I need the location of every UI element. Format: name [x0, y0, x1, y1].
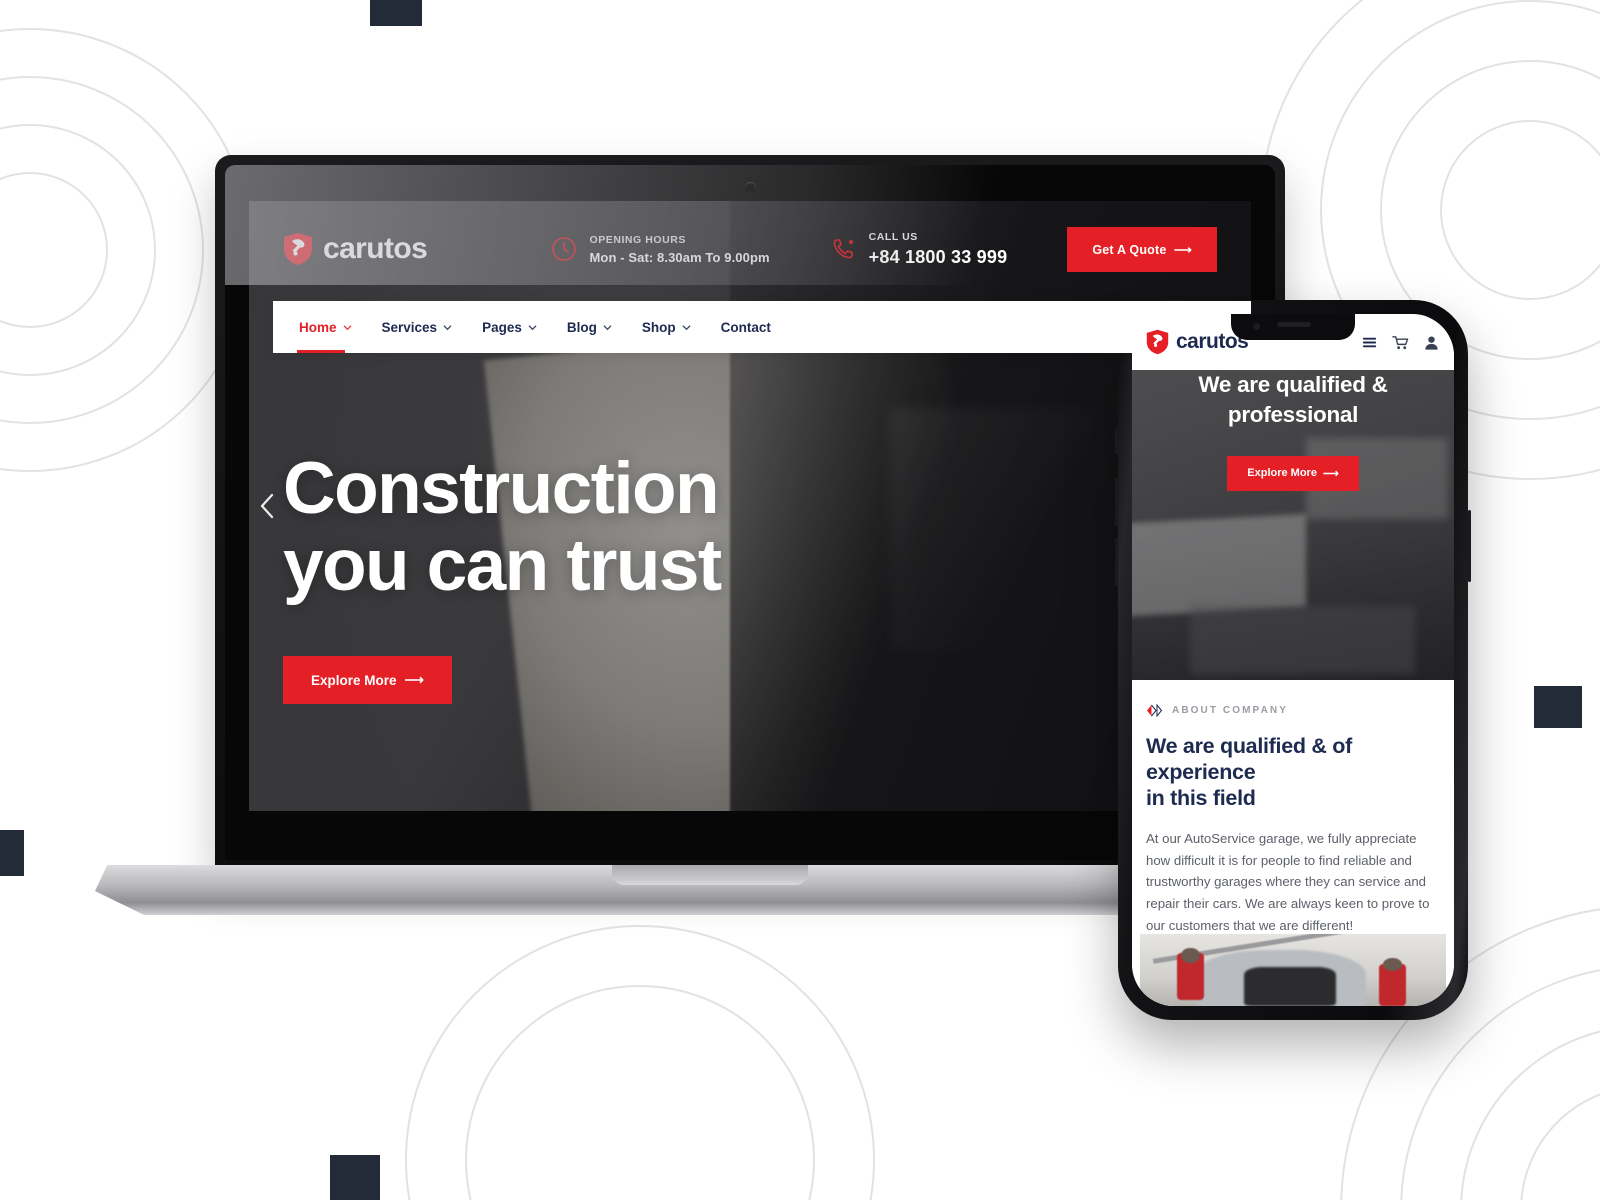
hero-title-line2: you can trust	[283, 524, 722, 606]
nav-item-shop[interactable]: Shop	[640, 301, 693, 353]
arrow-right-icon: ⟶	[1322, 467, 1339, 480]
phone-notch	[1231, 314, 1355, 340]
desktop-topbar: carutos OPENING HOURS Mon - Sat: 8.30am …	[249, 201, 1251, 297]
nav-label-contact: Contact	[720, 319, 771, 335]
hero-title: Construction you can trust	[283, 448, 722, 606]
shopping-cart-icon[interactable]	[1392, 334, 1409, 351]
about-title-line2: experience	[1146, 760, 1256, 785]
decorative-square-top	[370, 0, 422, 26]
phone-power-button[interactable]	[1468, 510, 1471, 582]
chevron-down-icon	[682, 324, 690, 330]
site-logo[interactable]: carutos	[283, 232, 428, 266]
call-us-value: +84 1800 33 999	[868, 246, 1008, 267]
mobile-website-viewport: carutos We are qualified & professional …	[1132, 314, 1454, 1006]
opening-hours-label: OPENING HOURS	[589, 233, 686, 246]
chevron-down-icon	[343, 324, 351, 330]
hero-title-line1: Construction	[283, 448, 720, 529]
opening-hours-info: OPENING HOURS Mon - Sat: 8.30am To 9.00p…	[551, 234, 770, 265]
nav-label-services: Services	[381, 319, 438, 335]
mobile-explore-more-label: Explore More	[1247, 467, 1317, 480]
nav-item-services[interactable]: Services	[380, 301, 455, 353]
desktop-hero-copy: Construction you can trust Explore More …	[283, 448, 722, 705]
mockup-canvas: carutos OPENING HOURS Mon - Sat: 8.30am …	[0, 0, 1600, 1200]
mobile-hero-title: We are qualified & professional	[1198, 372, 1388, 427]
site-logo-text: carutos	[323, 232, 428, 265]
about-eyebrow: ABOUT COMPANY	[1146, 704, 1440, 717]
phone-volume-down-button[interactable]	[1115, 538, 1118, 586]
call-us-label: CALL US	[868, 230, 918, 243]
chevron-down-icon	[443, 324, 452, 330]
phone-body: carutos We are qualified & professional …	[1115, 300, 1471, 1020]
mobile-about-title: We are qualified & of experience in this…	[1146, 733, 1440, 812]
nav-label-shop: Shop	[641, 319, 676, 335]
phone-silent-switch[interactable]	[1115, 428, 1118, 454]
about-title-line3: in this field	[1146, 786, 1256, 811]
mobile-explore-more-button[interactable]: Explore More ⟶	[1227, 455, 1359, 491]
shield-wrench-icon	[284, 233, 312, 265]
about-eyebrow-text: ABOUT COMPANY	[1172, 705, 1289, 716]
mobile-hero-copy: We are qualified & professional Explore …	[1132, 370, 1454, 491]
nav-label-home: Home	[299, 319, 337, 335]
clock-icon	[551, 237, 576, 261]
hamburger-menu-icon[interactable]	[1361, 334, 1378, 351]
decorative-square-left	[0, 830, 24, 876]
nav-item-pages[interactable]: Pages	[480, 301, 539, 353]
get-a-quote-button[interactable]: Get A Quote ⟶	[1067, 226, 1217, 272]
nav-label-pages: Pages	[482, 319, 522, 335]
laptop-camera-icon	[745, 182, 756, 193]
explore-more-label: Explore More	[311, 672, 397, 688]
explore-more-button[interactable]: Explore More ⟶	[283, 656, 452, 705]
decorative-square-bottom	[330, 1155, 380, 1200]
desktop-website-viewport: carutos OPENING HOURS Mon - Sat: 8.30am …	[249, 201, 1251, 811]
chevron-down-icon	[528, 324, 537, 330]
phone-mockup: carutos We are qualified & professional …	[1115, 300, 1471, 1020]
desktop-hero-section: carutos OPENING HOURS Mon - Sat: 8.30am …	[249, 201, 1251, 811]
chevron-down-icon	[603, 324, 612, 330]
mobile-about-section: ABOUT COMPANY We are qualified & of expe…	[1132, 680, 1454, 1006]
mobile-about-body: At our AutoService garage, we fully appr…	[1146, 830, 1430, 934]
user-account-icon[interactable]	[1423, 334, 1440, 351]
about-title-line1: We are qualified & of	[1146, 734, 1352, 758]
chevron-left-icon[interactable]	[257, 492, 279, 520]
nav-item-home[interactable]: Home	[297, 301, 354, 353]
desktop-main-nav: Home Services Pages Blog Shop Contact	[273, 301, 1251, 353]
arrow-right-icon: ⟶	[404, 672, 424, 688]
nav-item-blog[interactable]: Blog	[565, 301, 614, 353]
nav-label-blog: Blog	[566, 319, 597, 335]
call-us-info[interactable]: CALL US +84 1800 33 999	[830, 231, 1008, 268]
phone-camera-icon	[1253, 323, 1260, 330]
decorative-square-right	[1534, 686, 1582, 728]
phone-volume-up-button[interactable]	[1115, 478, 1118, 526]
mobile-header-icons	[1361, 334, 1440, 351]
arrow-right-icon: ⟶	[1170, 242, 1192, 257]
phone-speaker-icon	[1277, 322, 1311, 327]
nav-item-contact[interactable]: Contact	[719, 301, 773, 353]
phone-icon	[833, 239, 853, 259]
get-a-quote-label: Get A Quote	[1092, 242, 1167, 257]
opening-hours-value: Mon - Sat: 8.30am To 9.00pm	[589, 249, 770, 265]
laptop-trackpad-notch	[612, 865, 808, 885]
shield-wrench-icon	[1146, 329, 1169, 355]
mobile-about-photo	[1140, 934, 1446, 1006]
diamond-marker-icon	[1147, 704, 1163, 717]
